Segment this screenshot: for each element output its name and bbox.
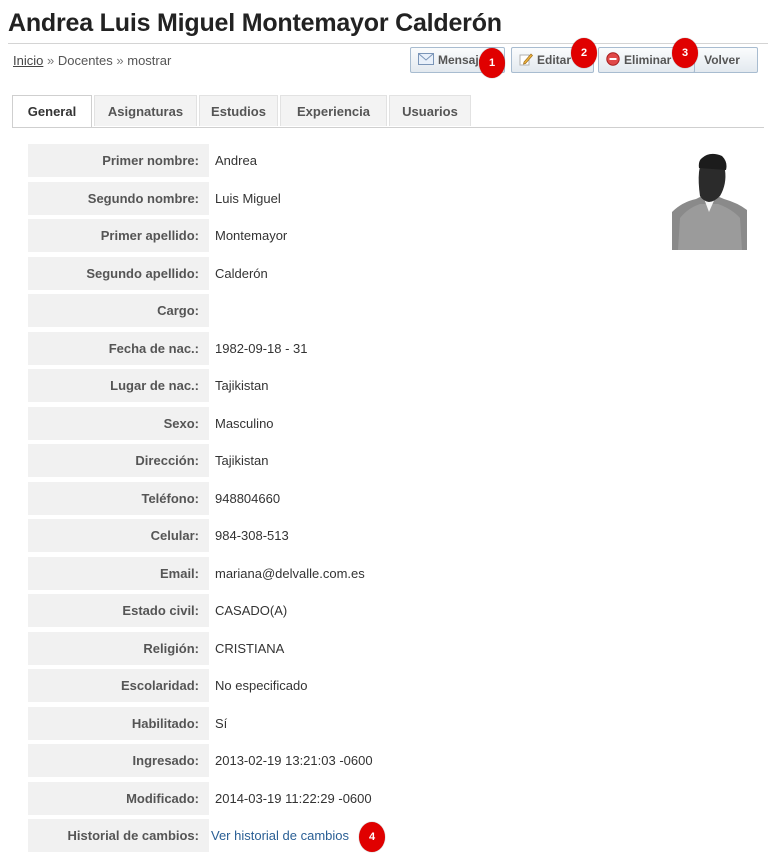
field-value: 1982-09-18 - 31 (215, 340, 308, 356)
field-value: Calderón (215, 265, 268, 281)
field-row-modificado: Modificado: 2014-03-19 11:22:29 -0600 (28, 781, 728, 815)
field-value: 948804660 (215, 490, 281, 506)
field-value: 2014-03-19 11:22:29 -0600 (215, 790, 372, 806)
pencil-icon (519, 52, 533, 69)
field-value: Masculino (215, 415, 274, 431)
breadcrumb: Inicio » Docentes » mostrar (13, 53, 171, 68)
field-value: Tajikistan (215, 453, 269, 468)
breadcrumb-separator: » (46, 53, 55, 68)
delete-icon (606, 51, 620, 69)
field-label: Habilitado: (28, 706, 209, 740)
back-button-label: Volver (704, 53, 740, 67)
tab-asignaturas[interactable]: Asignaturas (94, 95, 197, 126)
field-row-religion: Religión: CRISTIANA (28, 631, 728, 665)
delete-button-label: Eliminar (624, 53, 672, 67)
field-value: Sí (215, 715, 228, 731)
field-label: Celular: (28, 519, 209, 552)
field-value: No especificado (215, 678, 308, 693)
field-label: Dirección: (28, 444, 209, 477)
field-value: mariana@delvalle.com.es (215, 565, 365, 581)
field-value: Luis Miguel (215, 190, 281, 206)
field-row-telefono: Teléfono: 948804660 (28, 481, 728, 515)
field-label: Email: (28, 556, 209, 590)
field-label: Modificado: (28, 781, 209, 815)
field-value: Tajikistan (215, 378, 269, 393)
field-value: CRISTIANA (215, 640, 285, 656)
callout-marker-3: 3 (672, 38, 698, 68)
tab-usuarios[interactable]: Usuarios (389, 95, 471, 126)
callout-marker-1: 1 (479, 48, 505, 78)
field-label: Fecha de nac.: (28, 331, 209, 365)
field-row-email: Email: mariana@delvalle.com.es (28, 556, 728, 590)
tab-estudios[interactable]: Estudios (199, 95, 278, 126)
envelope-icon (418, 52, 434, 68)
breadcrumb-section: Docentes (57, 53, 113, 68)
field-label: Lugar de nac.: (28, 369, 209, 402)
field-label: Primer nombre: (28, 144, 209, 177)
field-label: Segundo apellido: (28, 256, 209, 290)
field-value: 2013-02-19 13:21:03 -0600 (215, 753, 373, 768)
field-row-ingresado: Ingresado: 2013-02-19 13:21:03 -0600 (28, 744, 728, 777)
field-row-segundo-nombre: Segundo nombre: Luis Miguel (28, 181, 728, 215)
field-row-fecha-nac: Fecha de nac.: 1982-09-18 - 31 (28, 331, 728, 365)
edit-button-label: Editar (537, 53, 572, 67)
breadcrumb-home-link[interactable]: Inicio (13, 53, 43, 68)
field-row-cargo: Cargo: (28, 294, 728, 327)
field-value: Andrea (215, 153, 257, 168)
field-label: Ingresado: (28, 744, 209, 777)
profile-photo (672, 152, 747, 250)
field-value: 984-308-513 (215, 528, 289, 543)
field-label: Estado civil: (28, 594, 209, 627)
tab-experiencia[interactable]: Experiencia (280, 95, 387, 126)
field-row-celular: Celular: 984-308-513 (28, 519, 728, 552)
page-title: Andrea Luis Miguel Montemayor Calderón (8, 9, 502, 37)
field-row-historial: Historial de cambios: Ver historial de c… (28, 819, 728, 852)
breadcrumb-separator: » (116, 53, 124, 68)
change-history-link[interactable]: Ver historial de cambios (211, 828, 349, 843)
field-value: CASADO(A) (215, 603, 288, 618)
field-label: Teléfono: (28, 481, 209, 515)
field-row-segundo-apellido: Segundo apellido: Calderón (28, 256, 728, 290)
field-label: Historial de cambios: (28, 819, 209, 852)
title-divider (8, 43, 768, 44)
field-label: Escolaridad: (28, 669, 209, 702)
field-row-escolaridad: Escolaridad: No especificado (28, 669, 728, 702)
field-label: Segundo nombre: (28, 181, 209, 215)
field-row-primer-nombre: Primer nombre: Andrea (28, 144, 728, 177)
field-label: Cargo: (28, 294, 209, 327)
field-row-habilitado: Habilitado: Sí (28, 706, 728, 740)
field-label: Religión: (28, 631, 209, 665)
tab-bar: General Asignaturas Estudios Experiencia… (12, 95, 764, 128)
field-row-direccion: Dirección: Tajikistan (28, 444, 728, 477)
field-row-sexo: Sexo: Masculino (28, 406, 728, 440)
field-row-lugar-nac: Lugar de nac.: Tajikistan (28, 369, 728, 402)
breadcrumb-current: mostrar (127, 53, 172, 68)
field-value: Montemayor (215, 228, 288, 243)
callout-marker-2: 2 (571, 38, 597, 68)
tab-general[interactable]: General (12, 95, 92, 127)
field-row-primer-apellido: Primer apellido: Montemayor (28, 219, 728, 252)
field-label: Sexo: (28, 406, 209, 440)
field-label: Primer apellido: (28, 219, 209, 252)
field-row-estado-civil: Estado civil: CASADO(A) (28, 594, 728, 627)
field-value-container: Ver historial de cambios (211, 819, 349, 852)
